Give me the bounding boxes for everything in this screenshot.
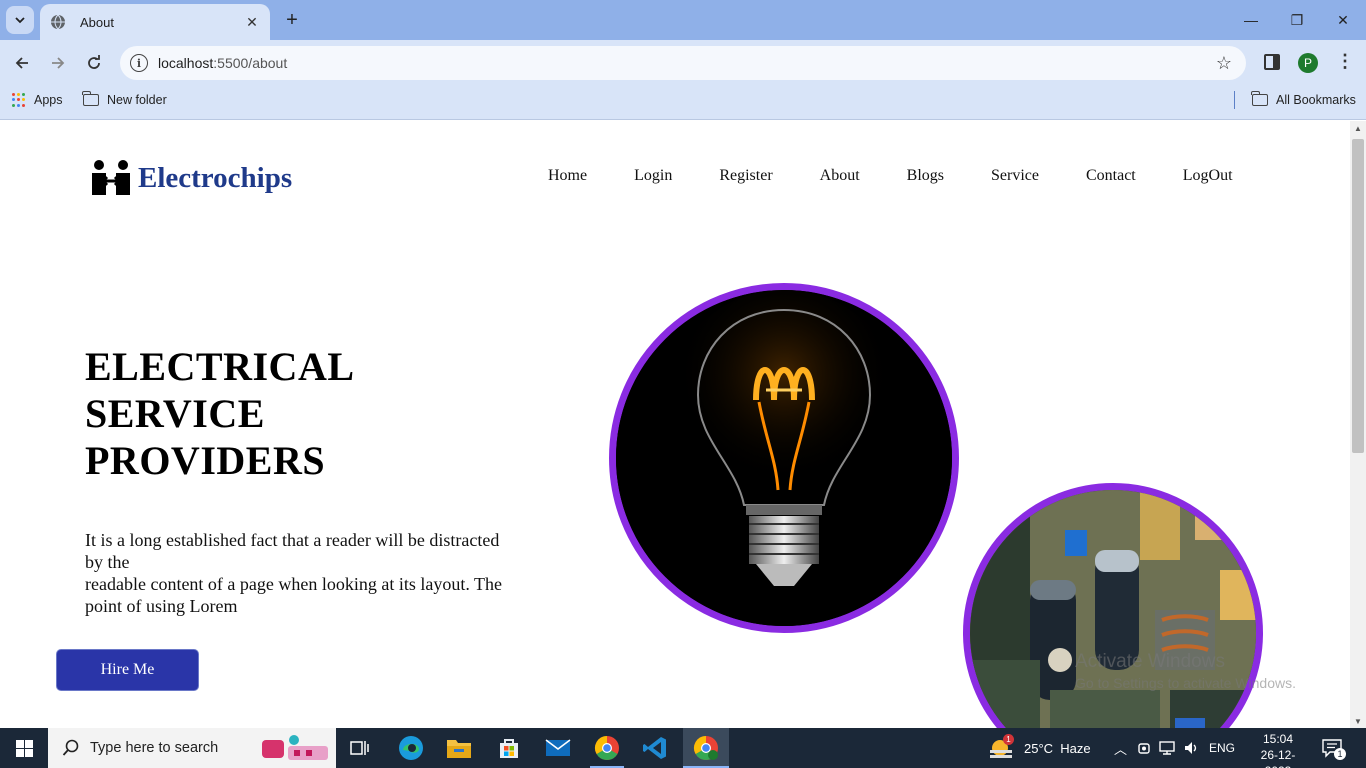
hire-me-button[interactable]: Hire Me bbox=[56, 649, 199, 691]
nav-service[interactable]: Service bbox=[991, 167, 1039, 185]
bookmark-new-folder[interactable]: New folder bbox=[82, 91, 167, 107]
apps-grid-icon bbox=[12, 93, 26, 107]
restore-button[interactable]: ❐ bbox=[1274, 0, 1320, 40]
browser-tab[interactable]: About ✕ bbox=[40, 4, 270, 40]
lightbulb-icon bbox=[616, 290, 952, 626]
weather-widget[interactable]: 1 25°C Haze bbox=[990, 728, 1091, 768]
meet-now-icon[interactable] bbox=[1137, 740, 1151, 756]
reload-button[interactable] bbox=[82, 51, 106, 75]
address-bar[interactable]: i localhost:5500/about ☆ bbox=[120, 46, 1246, 80]
reload-icon bbox=[88, 55, 100, 69]
nav-about[interactable]: About bbox=[820, 167, 860, 185]
chrome-taskbar-button[interactable] bbox=[593, 734, 621, 762]
mail-icon bbox=[545, 739, 571, 756]
minimize-button[interactable]: ― bbox=[1228, 0, 1274, 40]
volume-icon[interactable] bbox=[1183, 740, 1199, 756]
lightbulb-image bbox=[609, 283, 959, 633]
hero-description: It is a long established fact that a rea… bbox=[85, 530, 503, 616]
handshake-people-icon bbox=[92, 160, 130, 195]
file-explorer-icon bbox=[447, 740, 471, 758]
all-bookmarks[interactable]: All Bookmarks bbox=[1251, 91, 1356, 107]
browser-toolbar: i localhost:5500/about ☆ P ⋮ bbox=[0, 40, 1366, 86]
page-viewport: Electrochips Home Login Register About B… bbox=[0, 121, 1350, 728]
window-controls: ― ❐ ✕ bbox=[1228, 0, 1366, 40]
arrow-right-icon bbox=[52, 57, 65, 69]
bookmark-star-icon[interactable]: ☆ bbox=[1216, 53, 1232, 74]
chevron-down-icon bbox=[15, 17, 25, 24]
windows-logo-icon bbox=[15, 739, 33, 757]
tab-search-button[interactable] bbox=[6, 6, 34, 34]
main-nav: Home Login Register About Blogs Service … bbox=[548, 167, 1280, 185]
scrollbar-thumb[interactable] bbox=[1352, 139, 1364, 453]
notification-center-button[interactable]: 1 bbox=[1322, 738, 1346, 760]
site-logo[interactable]: Electrochips bbox=[90, 159, 292, 197]
chrome-profile-icon bbox=[693, 736, 718, 761]
vscode-taskbar-button[interactable] bbox=[641, 734, 669, 762]
bookmarks-divider bbox=[1234, 91, 1235, 109]
search-icon bbox=[62, 739, 79, 756]
nav-home[interactable]: Home bbox=[548, 167, 587, 185]
chrome-profile-taskbar-button[interactable] bbox=[683, 728, 729, 768]
scroll-down-arrow-icon[interactable]: ▼ bbox=[1354, 717, 1362, 726]
page-scrollbar[interactable]: ▲ ▼ bbox=[1350, 121, 1366, 728]
tab-close-icon[interactable]: ✕ bbox=[244, 14, 260, 30]
nav-logout[interactable]: LogOut bbox=[1183, 167, 1233, 185]
url-text: localhost:5500/about bbox=[158, 55, 288, 71]
activate-windows-watermark: Activate Windows Go to Settings to activ… bbox=[1075, 651, 1296, 691]
chrome-icon bbox=[594, 736, 619, 761]
new-tab-button[interactable]: + bbox=[282, 10, 302, 30]
mail-taskbar-button[interactable] bbox=[544, 734, 572, 762]
edge-icon bbox=[399, 736, 423, 760]
weather-haze-icon: 1 bbox=[990, 734, 1014, 760]
vscode-icon bbox=[643, 737, 666, 759]
clock[interactable]: 15:04 26-12-2023 bbox=[1250, 731, 1306, 768]
taskbar-search[interactable]: Type here to search bbox=[48, 728, 336, 768]
close-window-button[interactable]: ✕ bbox=[1320, 0, 1366, 40]
language-indicator[interactable]: ENG bbox=[1209, 741, 1235, 755]
task-view-button[interactable] bbox=[346, 734, 374, 762]
menu-dots-icon[interactable]: ⋮ bbox=[1336, 51, 1354, 72]
hero-title: ELECTRICAL SERVICE PROVIDERS bbox=[85, 344, 355, 483]
network-icon[interactable] bbox=[1159, 740, 1175, 756]
bookmark-apps[interactable]: Apps bbox=[12, 93, 63, 107]
nav-login[interactable]: Login bbox=[634, 167, 672, 185]
globe-icon bbox=[51, 14, 65, 30]
edge-taskbar-button[interactable] bbox=[397, 734, 425, 762]
profile-avatar[interactable]: P bbox=[1298, 53, 1318, 73]
store-taskbar-button[interactable] bbox=[495, 734, 523, 762]
store-icon bbox=[500, 739, 518, 758]
folder-icon bbox=[82, 91, 99, 106]
weather-text: 25°C Haze bbox=[1024, 740, 1091, 756]
circuit-board-image bbox=[963, 483, 1263, 728]
tab-title: About bbox=[80, 14, 114, 30]
task-view-icon bbox=[350, 741, 369, 755]
file-explorer-taskbar-button[interactable] bbox=[445, 734, 473, 762]
nav-register[interactable]: Register bbox=[719, 167, 772, 185]
forward-button[interactable] bbox=[46, 51, 70, 75]
scroll-up-arrow-icon[interactable]: ▲ bbox=[1354, 124, 1362, 133]
search-highlight-icon bbox=[262, 735, 328, 760]
notification-count-badge: 1 bbox=[1334, 748, 1346, 760]
nav-contact[interactable]: Contact bbox=[1086, 167, 1136, 185]
brand-name: Electrochips bbox=[138, 161, 293, 194]
site-info-icon[interactable]: i bbox=[130, 54, 148, 72]
system-tray: ︿ ENG bbox=[1114, 728, 1235, 768]
windows-taskbar: Type here to search 1 25°C Haze ︿ ENG 15… bbox=[0, 728, 1366, 768]
side-panel-icon[interactable] bbox=[1264, 54, 1280, 70]
arrow-left-icon bbox=[15, 57, 28, 69]
start-button[interactable] bbox=[0, 728, 48, 768]
bookmarks-bar: Apps New folder All Bookmarks bbox=[0, 86, 1366, 120]
nav-blogs[interactable]: Blogs bbox=[907, 167, 944, 185]
show-hidden-icons-chevron-up-icon[interactable]: ︿ bbox=[1114, 739, 1127, 758]
back-button[interactable] bbox=[10, 51, 34, 75]
tab-strip: About ✕ + ― ❐ ✕ bbox=[0, 0, 1366, 40]
circuit-board-icon bbox=[970, 490, 1256, 728]
folder-icon bbox=[1251, 91, 1268, 106]
